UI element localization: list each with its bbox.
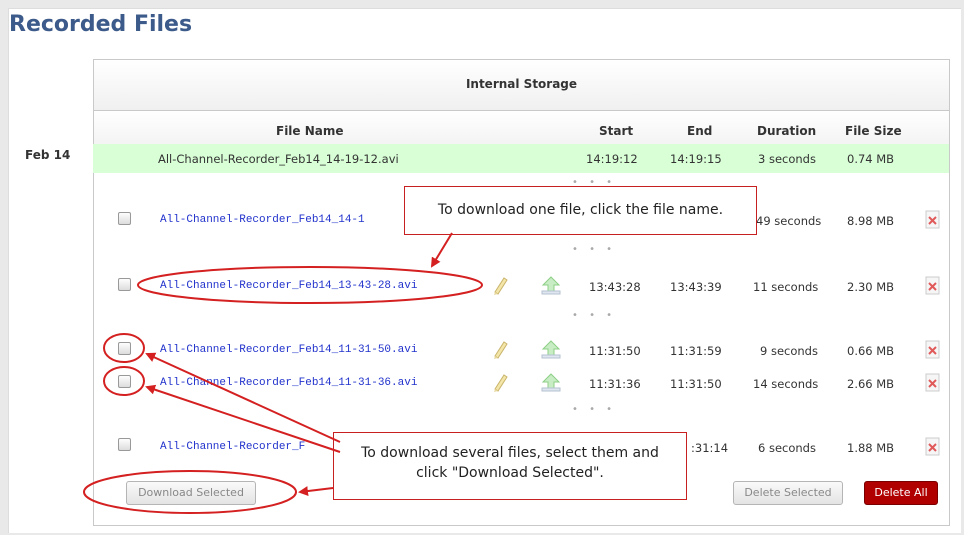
arrow [430,232,453,268]
file-name-ellipse [137,266,483,304]
annotation-overlay [83,232,483,514]
arrow [145,352,341,443]
download-button-ellipse [83,470,297,514]
checkbox-ellipse [103,333,145,363]
arrow [145,384,341,453]
arrow [298,486,334,497]
checkbox-ellipse [103,366,145,396]
